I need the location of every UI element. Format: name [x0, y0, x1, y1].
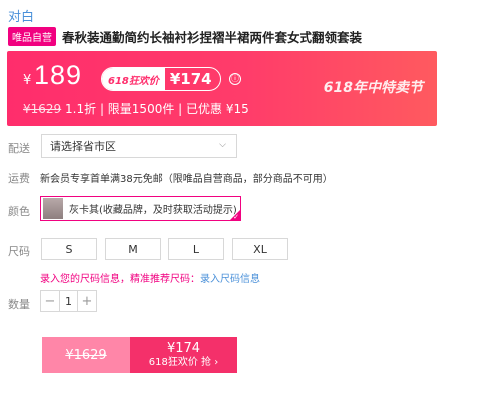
price-banner: ¥ 189 618狂欢价 ¥174 ⓘ ¥1629 1.1折 | 限量1500件… — [7, 51, 437, 126]
check-icon: ✓ — [233, 213, 239, 221]
quantity-stepper: − 1 + — [40, 290, 97, 312]
shipping-info: 新会员专享首单满38元免邮（限唯品自营商品，部分商品不可用） — [40, 174, 333, 185]
original-price: ¥1629 — [23, 102, 62, 116]
brand-name[interactable]: 对白 — [8, 6, 34, 25]
size-label: 尺码 — [8, 245, 30, 258]
currency-symbol: ¥ — [23, 73, 32, 88]
region-select[interactable]: 请选择省市区 ⌵ — [41, 134, 237, 158]
buy-now-button[interactable]: ¥174 618狂欢价 抢 › — [130, 337, 237, 373]
current-price: 189 — [34, 60, 83, 90]
stock-limit: 限量1500件 — [107, 102, 175, 116]
promo-price-pill: 618狂欢价 ¥174 — [101, 67, 221, 91]
size-hint-text: 录入您的尺码信息，精准推荐尺码： — [40, 274, 200, 285]
self-operated-badge: 唯品自营 — [8, 27, 56, 46]
info-icon[interactable]: ⓘ — [229, 73, 241, 85]
decrease-button[interactable]: − — [41, 291, 59, 311]
size-option-xl[interactable]: XL — [232, 238, 288, 260]
color-thumbnail — [43, 198, 63, 219]
size-option-m[interactable]: M — [105, 238, 161, 260]
original-price-button[interactable]: ¥1629 — [42, 337, 130, 373]
quantity-value[interactable]: 1 — [59, 291, 78, 311]
quantity-label: 数量 — [8, 298, 30, 311]
size-hint: 录入您的尺码信息，精准推荐尺码：录入尺码信息 — [40, 270, 260, 285]
shipping-label: 运费 — [8, 172, 30, 185]
region-select-value: 请选择省市区 — [50, 140, 116, 153]
promo-tag: 618狂欢价 — [102, 68, 165, 90]
price-subline: ¥1629 1.1折 | 限量1500件 | 已优惠 ¥15 — [23, 102, 249, 116]
promo-price: ¥174 — [169, 70, 212, 88]
product-title: 春秋装通勤简约长袖衬衫捏褶半裙两件套女式翻领套装 — [62, 30, 363, 45]
discount-rate: 1.1折 — [65, 102, 97, 116]
product-title-row: 唯品自营 春秋装通勤简约长袖衬衫捏褶半裙两件套女式翻领套装 — [8, 27, 498, 46]
increase-button[interactable]: + — [78, 291, 96, 311]
size-option-s[interactable]: S — [41, 238, 97, 260]
color-label: 颜色 — [8, 205, 30, 218]
size-entry-link[interactable]: 录入尺码信息 — [200, 274, 260, 285]
size-option-l[interactable]: L — [168, 238, 224, 260]
chevron-down-icon: ⌵ — [219, 140, 226, 150]
buy-promo-price: ¥174 — [166, 341, 201, 356]
color-option-selected[interactable]: 灰卡其(收藏品牌，及时获取活动提示) ✓ — [40, 196, 241, 221]
delivery-label: 配送 — [8, 142, 30, 155]
festival-logo: 618年中特卖节 — [323, 80, 423, 96]
buy-cta-label: 618狂欢价 抢 › — [148, 357, 219, 368]
saved-amount: 已优惠 ¥15 — [186, 102, 249, 116]
color-option-label: 灰卡其(收藏品牌，及时获取活动提示) — [69, 205, 237, 216]
